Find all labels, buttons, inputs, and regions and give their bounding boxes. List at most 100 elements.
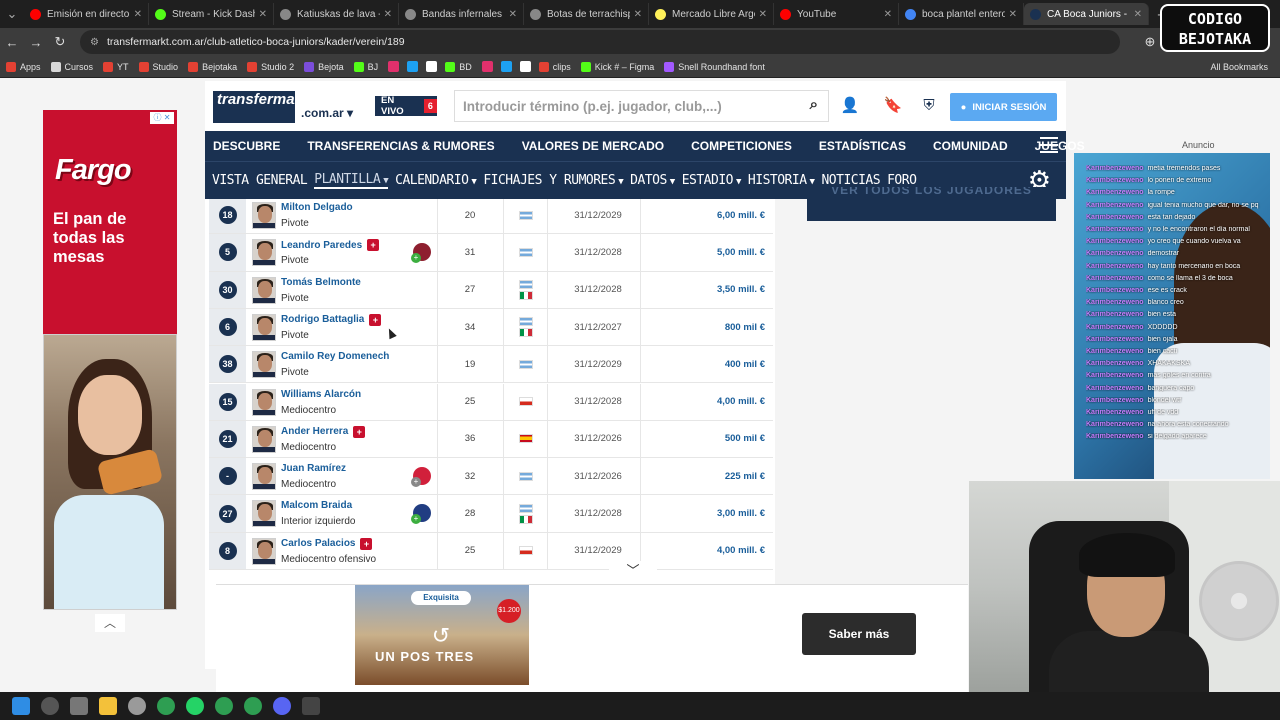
chrome-icon[interactable]: [244, 697, 262, 715]
address-bar[interactable]: ⚙ transfermarkt.com.ar/club-atletico-boc…: [80, 30, 1120, 54]
shield-icon[interactable]: ⛨: [918, 95, 940, 117]
bookmark-icon[interactable]: [500, 61, 512, 72]
sub-nav-item[interactable]: CALENDARIO ▼: [395, 173, 477, 188]
player-name-link[interactable]: Malcom Braida: [281, 500, 352, 511]
bookmark-item[interactable]: Bejota: [304, 61, 344, 72]
market-value-link[interactable]: 5,00 mill. €: [717, 247, 765, 258]
sub-nav-item[interactable]: VISTA GENERAL: [212, 173, 308, 188]
browser-tab[interactable]: Mercado Libre Argen ✕: [649, 3, 774, 25]
table-row[interactable]: 18 Milton Delgado Pivote 20 31/12/2029 6,00 m…: [209, 199, 773, 235]
all-bookmarks-button[interactable]: All Bookmarks: [1210, 62, 1268, 72]
main-nav-item[interactable]: ESTADÍSTICAS: [819, 139, 906, 153]
market-value-link[interactable]: 3,50 mill. €: [717, 284, 765, 295]
back-icon[interactable]: ←: [0, 35, 24, 50]
main-nav-item[interactable]: VALORES DE MERCADO: [522, 139, 664, 153]
bookmark-item[interactable]: Apps: [6, 61, 41, 72]
browser-tab[interactable]: CA Boca Juniors - Pla ✕: [1024, 3, 1149, 25]
learn-more-button[interactable]: Saber más: [802, 613, 916, 655]
sub-nav-item[interactable]: FICHAJES Y RUMORES ▼: [483, 173, 623, 188]
reload-icon[interactable]: ↻: [48, 34, 72, 50]
bookmark-item[interactable]: Studio: [138, 61, 178, 72]
site-logo[interactable]: transfermarkt: [213, 91, 314, 123]
bookmark-item[interactable]: Bejotaka: [188, 61, 237, 72]
bookmark-icon[interactable]: [481, 61, 493, 72]
player-photo[interactable]: [252, 351, 276, 379]
bookmark-item[interactable]: clips: [538, 61, 571, 72]
main-nav-item[interactable]: TRANSFERENCIAS & RUMORES: [307, 139, 494, 153]
search-icon[interactable]: ⌕: [810, 96, 818, 113]
left-ad-banner[interactable]: Fargo El pan de todas las mesas: [43, 110, 177, 610]
player-name-link[interactable]: Carlos Palacios +: [281, 537, 373, 550]
player-name-link[interactable]: Tomás Belmonte: [281, 277, 361, 288]
file-explorer-icon[interactable]: [99, 697, 117, 715]
live-button[interactable]: EN VIVO 6: [375, 95, 437, 117]
discord-icon[interactable]: [273, 697, 291, 715]
bookmark-item[interactable]: BD: [445, 61, 472, 72]
table-row[interactable]: - Juan Ramírez Mediocentro +32 31/12/2026 225…: [209, 458, 773, 496]
market-value-link[interactable]: 400 mil €: [725, 359, 765, 370]
task-view-icon[interactable]: [70, 697, 88, 715]
player-photo[interactable]: [252, 239, 276, 267]
sub-nav-item[interactable]: FORO: [887, 173, 917, 188]
player-photo[interactable]: [252, 500, 276, 528]
windows-start-icon[interactable]: [12, 697, 30, 715]
close-tab-icon[interactable]: ✕: [759, 9, 767, 20]
close-tab-icon[interactable]: ✕: [384, 9, 392, 20]
table-row[interactable]: 15 Williams Alarcón Mediocentro 25 31/12/202…: [209, 383, 773, 421]
close-tab-icon[interactable]: ✕: [1009, 9, 1017, 20]
injury-icon[interactable]: +: [360, 537, 373, 550]
menu-icon[interactable]: [1040, 137, 1058, 153]
close-tab-icon[interactable]: ✕: [634, 9, 642, 20]
player-name-link[interactable]: Juan Ramírez: [281, 463, 346, 474]
player-photo[interactable]: [252, 202, 276, 229]
browser-tab[interactable]: Katiuskas de lava - W ✕: [274, 3, 399, 25]
sub-nav-item[interactable]: DATOS ▼: [630, 173, 675, 188]
main-nav-item[interactable]: COMPETICIONES: [691, 139, 792, 153]
login-button[interactable]: ● INICIAR SESIÓN: [950, 93, 1057, 121]
whatsapp-icon[interactable]: [186, 697, 204, 715]
chrome-icon[interactable]: [215, 697, 233, 715]
browser-tab[interactable]: boca plantel entero ✕: [899, 3, 1024, 25]
player-photo[interactable]: [252, 537, 276, 565]
table-row[interactable]: 38 Camilo Rey Domenech Pivote 19 31/12/2029 4…: [209, 346, 773, 384]
site-info-icon[interactable]: ⚙: [90, 37, 99, 48]
market-value-link[interactable]: 4,00 mill. €: [717, 545, 765, 556]
player-photo[interactable]: [252, 425, 276, 453]
bookmark-icon[interactable]: [426, 61, 438, 72]
search-input[interactable]: Introducir término (p.ej. jugador, club,…: [454, 90, 829, 122]
sub-nav-item[interactable]: HISTORIA ▼: [748, 173, 815, 188]
user-search-icon[interactable]: 👤: [839, 95, 861, 117]
browser-tab[interactable]: YouTube ✕: [774, 3, 899, 25]
market-value-link[interactable]: 6,00 mill. €: [717, 210, 765, 221]
table-row[interactable]: 5 Leandro Paredes + Pivote +31 31/12/2028 5,00…: [209, 234, 773, 272]
market-value-link[interactable]: 3,00 mill. €: [717, 508, 765, 519]
main-nav-item[interactable]: COMUNIDAD: [933, 139, 1008, 153]
close-tab-icon[interactable]: ✕: [509, 9, 517, 20]
main-nav-item[interactable]: DESCUBRE: [213, 139, 280, 153]
browser-tab[interactable]: Emisión en directo - Y ✕: [24, 3, 149, 25]
table-row[interactable]: 30 Tomás Belmonte Pivote 27 31/12/2028 3,50 m…: [209, 271, 773, 309]
player-photo[interactable]: [252, 463, 276, 491]
market-value-link[interactable]: 500 mil €: [725, 433, 765, 444]
player-name-link[interactable]: Milton Delgado: [281, 202, 353, 213]
previous-club-icon[interactable]: +: [411, 504, 431, 525]
chrome-icon[interactable]: [157, 697, 175, 715]
replay-icon[interactable]: ↺: [428, 623, 454, 649]
close-tab-icon[interactable]: ✕: [1134, 9, 1142, 20]
sub-nav-item[interactable]: ESTADIO ▼: [682, 173, 742, 188]
site-domain[interactable]: .com.ar ▾: [301, 106, 353, 120]
chevron-up-icon[interactable]: ︿: [95, 614, 125, 632]
player-photo[interactable]: [252, 388, 276, 416]
bookmark-item[interactable]: BJ: [353, 61, 378, 72]
player-name-link[interactable]: Rodrigo Battaglia +: [281, 313, 382, 326]
previous-club-icon[interactable]: +: [411, 467, 431, 488]
bookmark-icon[interactable]: [519, 61, 531, 72]
injury-icon[interactable]: +: [369, 313, 382, 326]
tab-list-icon[interactable]: ⌄: [0, 6, 24, 22]
table-row[interactable]: 8 Carlos Palacios + Mediocentro ofensivo 25 3…: [209, 532, 773, 570]
player-photo[interactable]: [252, 313, 276, 341]
close-tab-icon[interactable]: ✕: [259, 9, 267, 20]
sub-nav-item[interactable]: PLANTILLA ▼: [314, 172, 389, 189]
bookmark-item[interactable]: Cursos: [50, 61, 93, 72]
bookmark-icon[interactable]: [388, 61, 400, 72]
